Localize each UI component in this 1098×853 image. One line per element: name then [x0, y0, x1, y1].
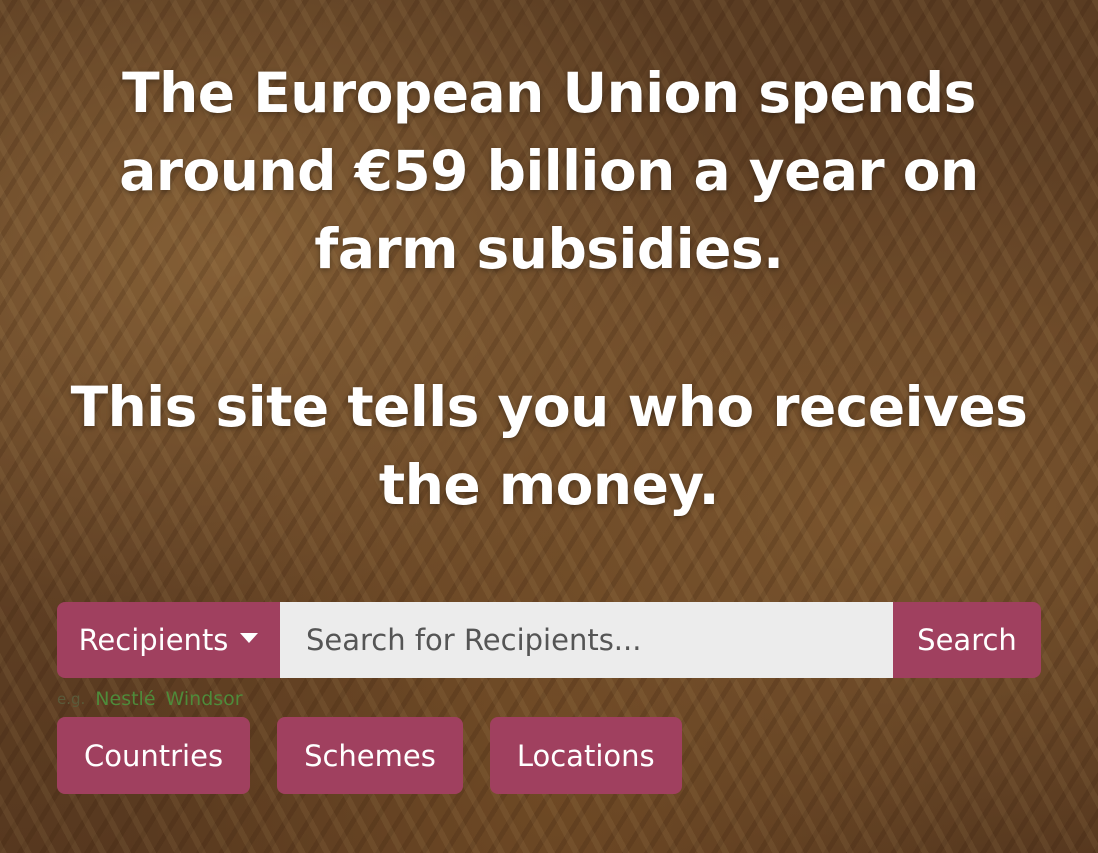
search-button[interactable]: Search	[893, 602, 1041, 678]
search-type-dropdown[interactable]: Recipients	[57, 602, 280, 678]
countries-button[interactable]: Countries	[57, 717, 251, 794]
suggestion-link[interactable]: Nestlé	[95, 688, 155, 710]
browse-nav: Countries Schemes Locations	[57, 717, 682, 794]
hero-section: The European Union spends around €59 bil…	[0, 0, 1098, 853]
suggestion-link[interactable]: Windsor	[166, 688, 243, 710]
headline-spending: The European Union spends around €59 bil…	[119, 61, 979, 281]
search-suggestions: e.g. Nestlé Windsor	[57, 688, 243, 710]
search-type-label: Recipients	[78, 623, 229, 657]
suggestion-prefix: e.g.	[57, 690, 86, 708]
search-bar: Recipients Search	[57, 602, 1041, 678]
schemes-button[interactable]: Schemes	[277, 717, 463, 794]
caret-down-icon	[240, 633, 259, 643]
locations-button[interactable]: Locations	[489, 717, 682, 794]
search-input[interactable]	[280, 602, 893, 678]
headline-purpose: This site tells you who receives the mon…	[70, 375, 1028, 517]
